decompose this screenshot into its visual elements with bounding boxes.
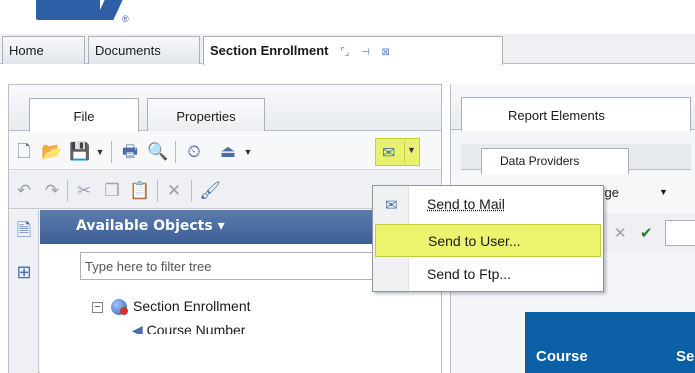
side-panel-icons: 🗎 ⊞ <box>9 210 39 373</box>
format-painter-icon[interactable]: 🖌 <box>199 180 221 202</box>
tab-documents[interactable]: Documents <box>88 36 200 64</box>
tree-node-universe[interactable]: − Section Enrollment <box>92 298 251 316</box>
toolbar-separator <box>67 180 68 202</box>
document-tab-bar: Home Documents Section Enrollment ⌜⌟ ⊣ ⊠ <box>0 34 695 65</box>
close-icon[interactable]: ⊠ <box>381 47 389 58</box>
tab-title: Section Enrollment <box>210 43 329 58</box>
column-header-se[interactable]: Se <box>676 348 694 365</box>
paste-icon[interactable]: 📋 <box>129 180 151 202</box>
tab-report-elements[interactable]: Report Elements <box>461 97 691 131</box>
send-to-ftp-item[interactable]: Send to Ftp... <box>373 258 603 291</box>
universe-icon <box>111 299 128 316</box>
schedule-icon[interactable]: ⏲ <box>183 141 205 163</box>
document-structure-icon[interactable]: 🗎 <box>13 218 35 242</box>
export-icon[interactable]: ⏏ <box>217 141 239 163</box>
purge-dropdown-icon[interactable]: ▼ <box>659 187 668 197</box>
cancel-formula-icon[interactable]: ✕ <box>614 224 627 242</box>
filter-tree-input[interactable]: Type here to filter tree <box>80 252 380 280</box>
tab-home[interactable]: Home <box>2 36 85 64</box>
save-icon[interactable]: 💾 <box>69 141 91 163</box>
toolbar-separator <box>157 180 158 202</box>
toolbar-separator <box>191 180 192 202</box>
toolbar-separator <box>175 141 176 163</box>
toolbar-separator <box>111 141 112 163</box>
tab-data-providers[interactable]: Data Providers <box>481 148 629 174</box>
delete-icon[interactable]: ✕ <box>163 180 185 202</box>
tab-file[interactable]: File <box>29 98 139 132</box>
send-mail-button[interactable]: ✉ ▼ <box>375 138 420 166</box>
left-tab-bar: File Properties <box>9 85 441 132</box>
redo-icon[interactable]: ↷ <box>41 180 63 202</box>
pin-icon[interactable]: ⊣ <box>361 47 370 58</box>
sap-logo: ® <box>30 0 130 30</box>
navigation-map-icon[interactable]: ⊞ <box>13 262 35 286</box>
column-header-course[interactable]: Course <box>536 348 588 365</box>
print-icon[interactable]: 🖶 <box>119 141 141 163</box>
copy-icon[interactable]: ❐ <box>101 180 123 202</box>
chevron-down-icon: ▾ <box>217 218 225 234</box>
send-menu: ✉ Send to Mail Send to User... Send to F… <box>372 185 604 292</box>
send-dropdown-icon[interactable]: ▼ <box>407 145 416 155</box>
save-dropdown-icon[interactable]: ▼ <box>95 141 105 163</box>
tree-node-dimension[interactable]: ◀ Course Number <box>132 322 245 334</box>
collapse-icon[interactable]: − <box>92 301 103 313</box>
file-toolbar: 🗋 📂 💾 ▼ 🖶 🔍 ⏲ ⏏ ▼ ✉ ▼ <box>9 132 441 170</box>
tab-properties[interactable]: Properties <box>147 98 265 131</box>
undo-icon[interactable]: ↶ <box>13 180 35 202</box>
mail-icon: ✉ <box>382 145 396 162</box>
maximize-icon[interactable]: ⌜⌟ <box>340 47 349 58</box>
formula-input[interactable] <box>665 220 695 246</box>
mail-icon: ✉ <box>385 197 398 214</box>
export-dropdown-icon[interactable]: ▼ <box>243 141 253 163</box>
send-to-user-item[interactable]: Send to User... <box>375 224 601 257</box>
tab-section-enrollment[interactable]: Section Enrollment ⌜⌟ ⊣ ⊠ <box>203 36 503 65</box>
cut-icon[interactable]: ✂ <box>73 180 95 202</box>
find-icon[interactable]: 🔍 <box>147 141 169 163</box>
send-to-mail-item[interactable]: ✉ Send to Mail <box>373 188 603 221</box>
dimension-icon: ◀ <box>132 322 147 334</box>
open-icon[interactable]: 📂 <box>41 141 63 163</box>
validate-formula-icon[interactable]: ✔ <box>640 224 653 242</box>
new-document-icon[interactable]: 🗋 <box>13 141 35 163</box>
